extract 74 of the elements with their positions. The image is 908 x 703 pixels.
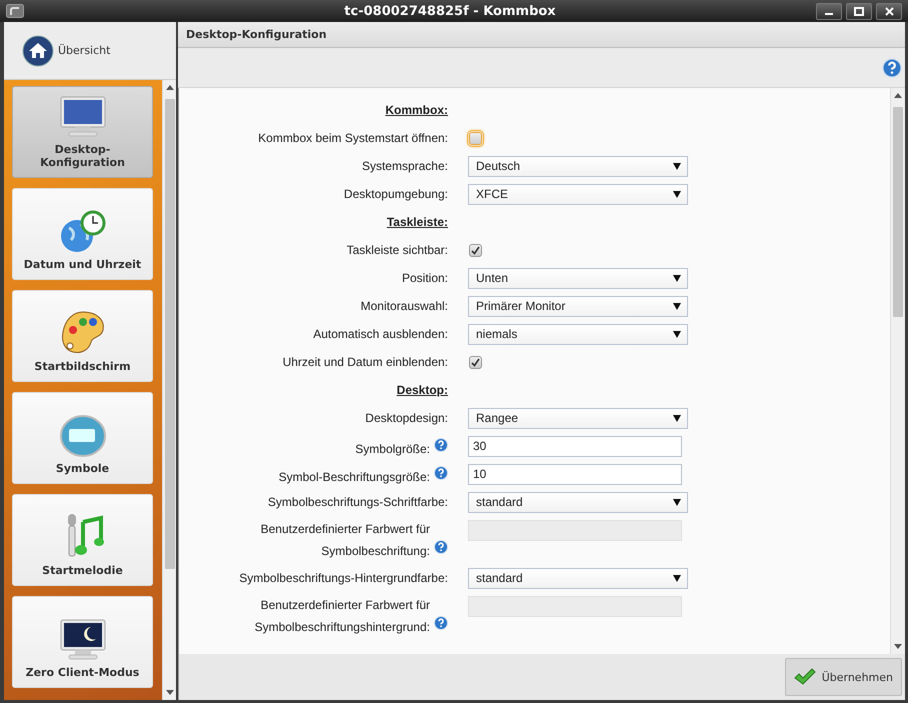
section-heading: Taskleiste: [386, 215, 448, 229]
field-label: Desktopumgebung: [344, 186, 448, 203]
checkbox[interactable] [469, 244, 482, 256]
dropdown[interactable]: standard [468, 492, 688, 512]
checkmark-icon [794, 668, 816, 686]
scrollbar[interactable] [890, 88, 905, 654]
sidebar-tile[interactable]: Zero Client-Modus [12, 596, 153, 688]
dropdown-arrow-icon [673, 274, 681, 282]
field-label: Systemsprache: [362, 158, 448, 175]
field-label: Desktopdesign: [365, 410, 448, 427]
scroll-down-arrow-icon[interactable] [166, 687, 174, 697]
help-icon[interactable] [434, 540, 448, 554]
close-button[interactable] [876, 2, 902, 20]
help-icon[interactable] [434, 616, 448, 630]
close-icon [884, 6, 894, 16]
section-heading: Kommbox: [385, 103, 448, 117]
scroll-up-arrow-icon[interactable] [166, 83, 174, 93]
field-label: Benutzerdefinierter Farbwert für Symbolbeschriftungshintergrund: [254, 597, 430, 636]
field-label: Taskleiste sichtbar: [346, 242, 448, 259]
field-label: Symbolbeschriftungs-Hintergrundfarbe: [239, 570, 448, 587]
dropdown[interactable]: Deutsch [468, 156, 688, 176]
sidebar-tile[interactable]: Symbole [12, 392, 153, 484]
overview-button[interactable]: Übersicht [4, 22, 176, 80]
scrollbar[interactable] [162, 80, 176, 700]
dropdown[interactable]: standard [468, 568, 688, 588]
home-icon [22, 34, 54, 66]
field-label: Automatisch ausblenden: [313, 326, 448, 343]
round-badge-icon [58, 414, 106, 458]
sidebar-tile[interactable]: Startmelodie [12, 494, 153, 586]
window-menu-icon[interactable] [6, 4, 24, 18]
dropdown[interactable]: XFCE [468, 184, 688, 204]
scroll-down-arrow-icon[interactable] [894, 641, 902, 651]
checkbox[interactable] [469, 356, 482, 368]
maximize-icon [854, 6, 864, 16]
dropdown-arrow-icon [673, 574, 681, 582]
dropdown-arrow-icon [673, 498, 681, 506]
sidebar-tile[interactable]: Startbildschirm [12, 290, 153, 382]
scrollbar-thumb[interactable] [893, 107, 903, 317]
monitor-icon [58, 95, 106, 139]
field-label: Monitorauswahl: [360, 298, 448, 315]
help-icon[interactable] [434, 466, 448, 480]
maximize-button[interactable] [846, 2, 872, 20]
help-icon[interactable] [882, 58, 902, 78]
dropdown[interactable]: Primärer Monitor [468, 296, 688, 316]
field-label: Benutzerdefinierter Farbwert für Symbolbeschriftung: [260, 521, 430, 560]
panel-title: Desktop-Konfiguration [186, 28, 327, 41]
sidebar-tile[interactable]: Datum und Uhrzeit [12, 188, 153, 280]
dropdown-arrow-icon [673, 302, 681, 310]
window-title: tc-08002748825f - Kommbox [343, 4, 557, 18]
apply-button[interactable]: Übernehmen [784, 658, 902, 696]
night-monitor-icon [58, 618, 106, 662]
input-field[interactable]: 10 [468, 464, 682, 484]
scroll-up-arrow-icon[interactable] [894, 91, 902, 101]
input-field[interactable]: 30 [468, 436, 682, 456]
globe-clock-icon [58, 210, 106, 254]
help-icon[interactable] [434, 438, 448, 452]
field-label: Uhrzeit und Datum einblenden: [282, 354, 448, 371]
dropdown-arrow-icon [673, 414, 681, 422]
minimize-button[interactable] [816, 2, 842, 20]
field-label: Symbolbeschriftungs-Schriftfarbe: [268, 494, 448, 511]
dropdown[interactable]: Rangee [468, 408, 688, 428]
scrollbar-thumb[interactable] [164, 99, 175, 569]
checkbox[interactable] [469, 132, 482, 144]
field-label: Kommbox beim Systemstart öffnen: [258, 130, 448, 147]
field-label: Position: [402, 270, 448, 287]
dropdown[interactable]: niemals [468, 324, 688, 344]
dropdown-arrow-icon [673, 190, 681, 198]
dropdown-arrow-icon [673, 330, 681, 338]
dropdown[interactable]: Unten [468, 268, 688, 288]
field-label: Symbolgröße: [355, 441, 430, 458]
section-heading: Desktop: [396, 383, 448, 397]
sidebar-tile[interactable]: Desktop-Konfiguration [12, 86, 153, 178]
dropdown-arrow-icon [673, 162, 681, 170]
field-label: Symbol-Beschriftungsgröße: [278, 469, 430, 486]
